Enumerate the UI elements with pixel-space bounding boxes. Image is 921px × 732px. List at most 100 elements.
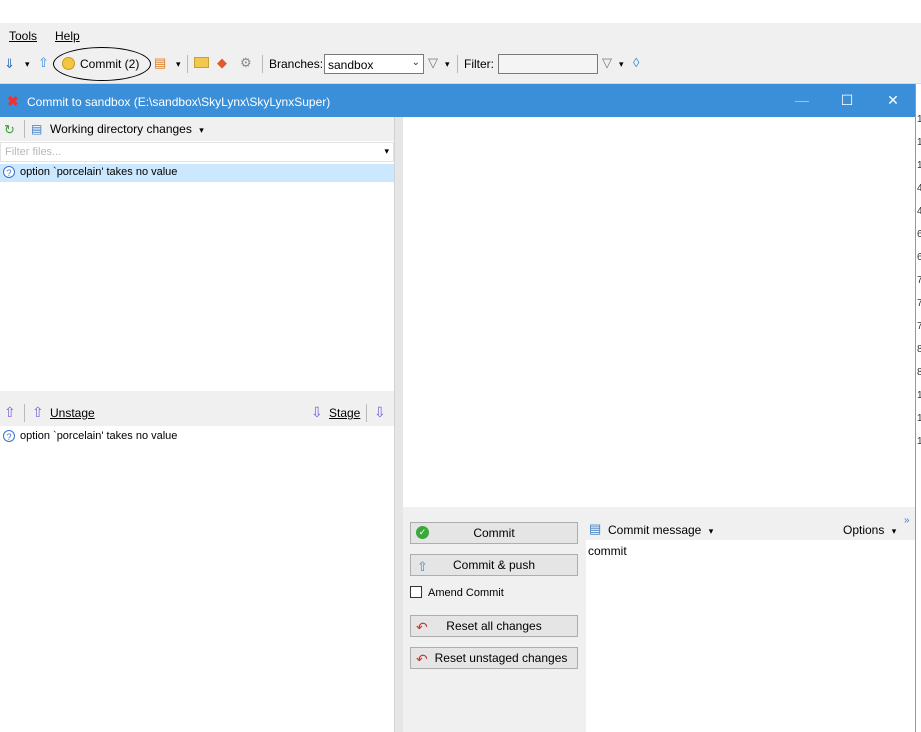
- commit-push-button[interactable]: ⇧ Commit & push: [410, 554, 578, 576]
- main-toolbar: ⇓ ▾ ⇧ Commit (2) ▤ ▾ ◆ ⚙ Branches: sandb…: [0, 45, 921, 84]
- amend-commit-checkbox[interactable]: [410, 586, 422, 598]
- stage-all-icon[interactable]: ⇩: [374, 404, 386, 421]
- chevron-down-icon: ▾: [708, 526, 714, 536]
- commit-icon: [62, 57, 75, 70]
- unstaged-file-row[interactable]: ? option `porcelain' takes no value: [0, 164, 394, 182]
- options-dropdown[interactable]: Options ▾: [843, 523, 896, 537]
- unknown-status-icon: ?: [3, 166, 15, 178]
- git-icon[interactable]: ◆: [217, 55, 227, 71]
- settings-icon[interactable]: ⚙: [240, 55, 252, 71]
- filter-input[interactable]: [498, 54, 598, 74]
- toolbar-separator: [366, 404, 367, 422]
- menu-help[interactable]: Help: [55, 29, 80, 43]
- background-line-number: 1: [917, 114, 921, 125]
- chevron-down-icon[interactable]: ▾: [384, 146, 389, 157]
- reset-all-changes-button[interactable]: ↶ Reset all changes: [410, 615, 578, 637]
- staged-file-row[interactable]: ? option `porcelain' takes no value: [0, 428, 394, 446]
- reset-unstaged-label: Reset unstaged changes: [434, 651, 568, 665]
- refresh-icon[interactable]: ↻: [4, 122, 15, 138]
- background-line-number: 1: [917, 390, 921, 401]
- working-directory-dropdown[interactable]: Working directory changes ▾: [50, 122, 204, 136]
- commit-message-label: Commit message: [608, 523, 702, 537]
- chevron-down-icon: ▾: [891, 526, 897, 536]
- stash-dropdown-icon[interactable]: ▾: [176, 56, 181, 72]
- reset-icon: ↶: [416, 619, 428, 635]
- unstaged-toolbar: ↻ ▤ Working directory changes ▾: [0, 117, 394, 141]
- maximize-button[interactable]: ☐: [837, 92, 857, 109]
- highlight-icon[interactable]: ◊: [633, 55, 639, 71]
- menu-bar: Tools Help: [0, 23, 921, 45]
- stash-icon[interactable]: ▤: [154, 55, 166, 71]
- toolbar-separator: [457, 55, 458, 73]
- options-label: Options: [843, 523, 885, 537]
- reset-unstaged-changes-button[interactable]: ↶ Reset unstaged changes: [410, 647, 578, 669]
- filter-files-placeholder: Filter files...: [5, 146, 62, 158]
- commit-message-dropdown[interactable]: Commit message ▾: [608, 523, 713, 537]
- commit-message-editor[interactable]: commit: [586, 540, 915, 732]
- reset-icon: ↶: [416, 651, 428, 667]
- stage-icon: ⇩: [311, 404, 323, 420]
- unknown-status-icon: ?: [3, 430, 15, 442]
- horizontal-splitter[interactable]: [0, 391, 394, 400]
- filter-label: Filter:: [464, 57, 494, 71]
- folder-icon[interactable]: [194, 57, 209, 68]
- branch-filter-dropdown-icon[interactable]: ▾: [445, 56, 450, 72]
- reset-all-label: Reset all changes: [446, 619, 542, 633]
- background-line-numbers: 1 1 1 4 4 6 6 7 7 7 8 8 1 1 1: [915, 84, 921, 732]
- close-button[interactable]: ✕: [883, 92, 903, 109]
- staged-toolbar: ⇧ ⇧ Unstage ⇩ Stage ⇩: [0, 400, 394, 426]
- file-name: option `porcelain' takes no value: [20, 166, 178, 178]
- background-line-number: 7: [917, 298, 921, 309]
- background-line-number: 7: [917, 275, 921, 286]
- stage-button[interactable]: Stage: [329, 406, 360, 420]
- pull-dropdown-icon[interactable]: ▾: [25, 56, 30, 72]
- minimize-button[interactable]: —: [792, 92, 812, 108]
- background-line-number: 7: [917, 321, 921, 332]
- commit-message-text: commit: [588, 544, 627, 558]
- working-directory-label: Working directory changes: [50, 122, 192, 136]
- check-icon: ✓: [416, 526, 429, 539]
- commit-message-icon: ▤: [589, 521, 602, 536]
- chevron-down-icon: ⌄: [411, 57, 420, 68]
- vertical-splitter[interactable]: [394, 117, 403, 732]
- background-line-number: 1: [917, 413, 921, 424]
- branch-select-value: sandbox: [328, 58, 374, 72]
- amend-commit-label[interactable]: Amend Commit: [428, 587, 504, 599]
- push-icon: ⇧: [417, 559, 428, 574]
- background-line-number: 1: [917, 160, 921, 171]
- background-line-number: 1: [917, 137, 921, 148]
- commit-button[interactable]: ✓ Commit: [410, 522, 578, 544]
- toolbar-separator: [24, 120, 25, 138]
- staged-files-panel: [0, 426, 394, 732]
- working-directory-icon: ▤: [31, 122, 43, 136]
- branch-select[interactable]: sandbox ⌄: [324, 54, 424, 74]
- unstage-button[interactable]: Unstage: [50, 406, 95, 420]
- filter-icon[interactable]: ▽: [602, 55, 612, 71]
- commit-button-label: Commit: [473, 526, 515, 540]
- filter-files-input[interactable]: Filter files... ▾: [0, 142, 394, 162]
- commit-push-label: Commit & push: [452, 558, 536, 572]
- branch-filter-icon[interactable]: ▽: [428, 55, 438, 71]
- filter-dropdown-icon[interactable]: ▾: [619, 56, 624, 72]
- toolbar-separator: [262, 55, 263, 73]
- file-name: option `porcelain' takes no value: [20, 430, 178, 442]
- push-icon[interactable]: ⇧: [38, 55, 49, 71]
- toolbar-separator: [187, 55, 188, 73]
- pull-icon[interactable]: ⇓: [4, 56, 15, 72]
- unstage-all-icon[interactable]: ⇧: [4, 404, 16, 421]
- app-logo-icon: ✖: [7, 93, 19, 109]
- background-line-number: 6: [917, 252, 921, 263]
- unstage-icon: ⇧: [32, 404, 44, 420]
- chevron-down-icon: ▾: [199, 125, 204, 135]
- overflow-chevron-icon[interactable]: »: [904, 515, 910, 526]
- toolbar-separator: [24, 404, 25, 422]
- dialog-title: Commit to sandbox (E:\sandbox\SkyLynx\Sk…: [27, 95, 331, 109]
- branches-label: Branches:: [269, 57, 324, 71]
- background-line-number: 1: [917, 436, 921, 447]
- diff-viewer[interactable]: [403, 117, 915, 507]
- dialog-titlebar[interactable]: ✖ Commit to sandbox (E:\sandbox\SkyLynx\…: [0, 84, 915, 117]
- menu-tools[interactable]: Tools: [9, 29, 37, 43]
- background-line-number: 6: [917, 229, 921, 240]
- commit-toolbar-button[interactable]: Commit (2): [80, 57, 139, 71]
- background-line-number: 8: [917, 367, 921, 378]
